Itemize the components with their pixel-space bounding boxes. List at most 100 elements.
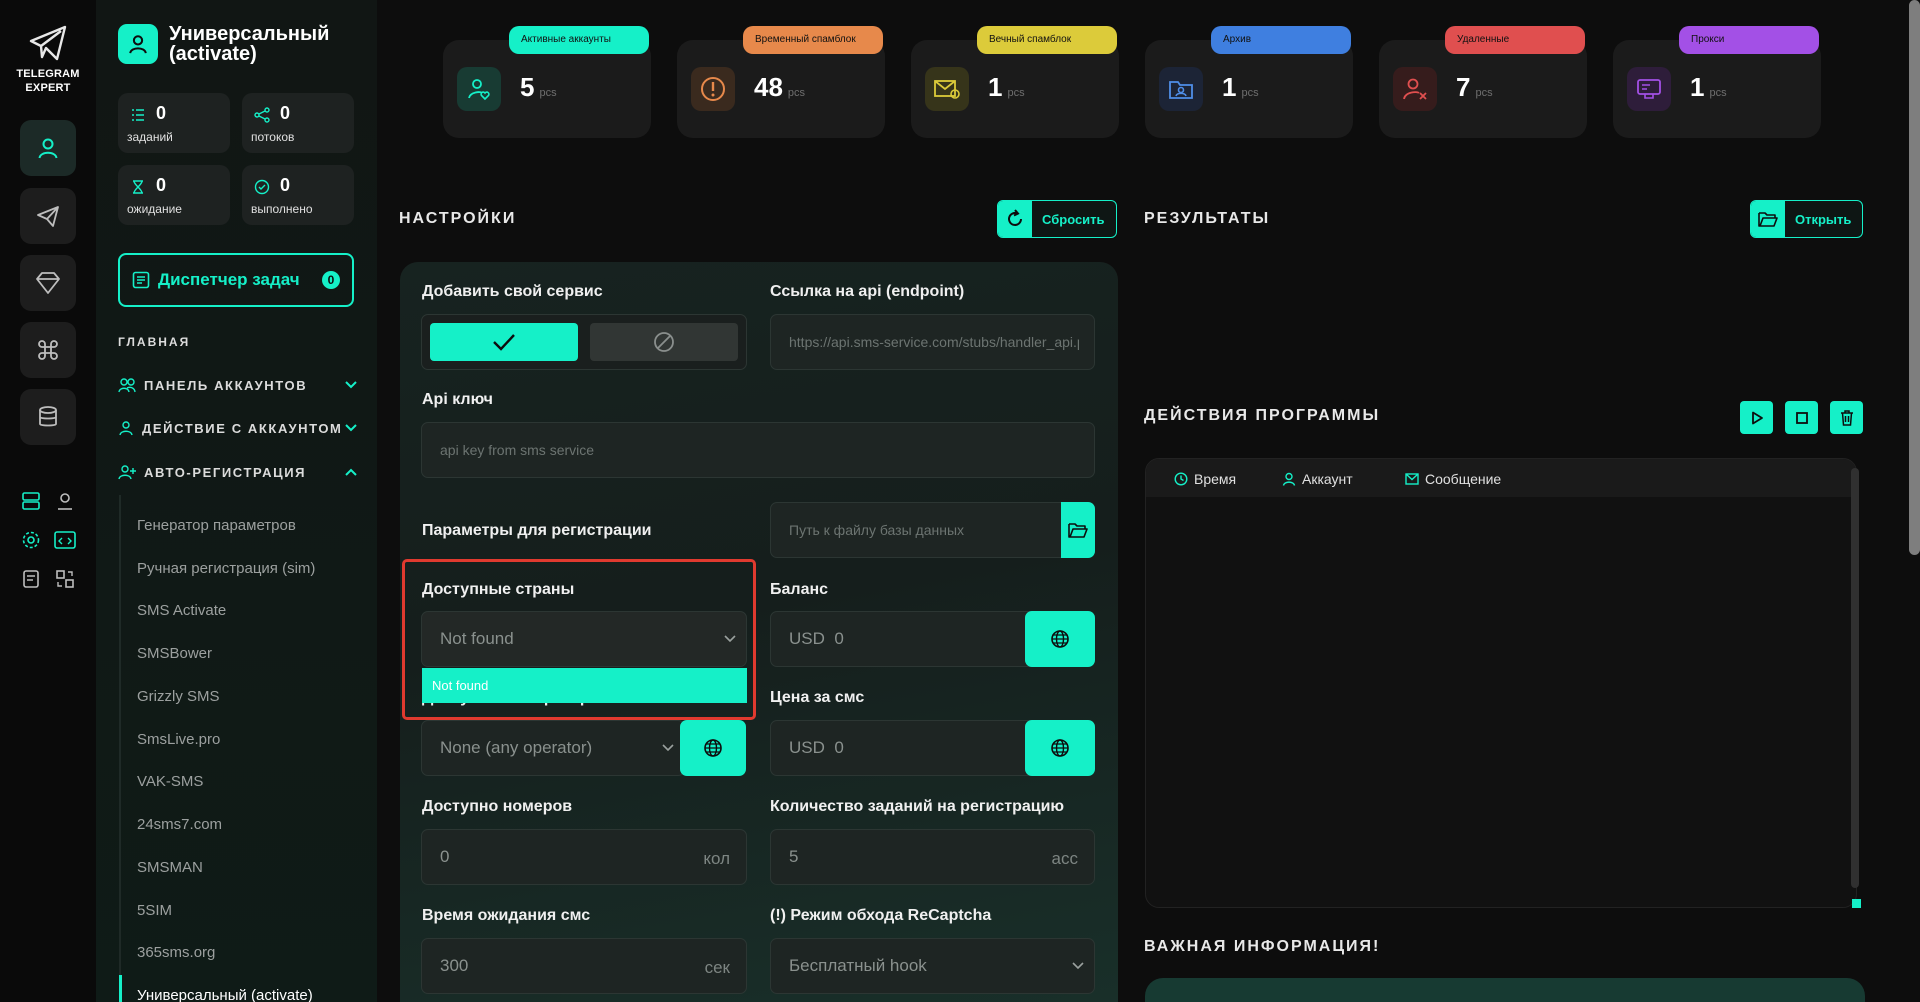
users-icon [118, 377, 136, 393]
clear-log-button[interactable] [1830, 401, 1863, 434]
log-column-account[interactable]: Аккаунт [1282, 471, 1353, 487]
sub-item-smslive[interactable]: SmsLive.pro [137, 731, 220, 748]
info-panel [1145, 978, 1865, 1002]
diamond-icon [35, 271, 61, 295]
balance-refresh-button[interactable] [1025, 611, 1095, 667]
rail-database-button[interactable] [20, 389, 76, 445]
section-label: ГЛАВНАЯ [118, 335, 191, 349]
arrange-icon[interactable] [52, 566, 78, 592]
trash-icon [1840, 409, 1854, 426]
warning-circle-icon [691, 67, 735, 111]
server-icon[interactable] [18, 488, 44, 514]
badge-deleted: Удаленные [1445, 26, 1585, 54]
rail-command-button[interactable] [20, 322, 76, 378]
hourglass-icon [130, 179, 146, 195]
sub-item-5sim[interactable]: 5SIM [137, 902, 172, 919]
rail-premium-button[interactable] [20, 255, 76, 311]
sub-item-365sms[interactable]: 365sms.org [137, 944, 215, 961]
settings-gear-icon[interactable] [18, 527, 44, 553]
code-window-icon[interactable] [52, 527, 78, 553]
db-path-input[interactable]: Путь к файлу базы данных [770, 502, 1095, 558]
folder-user-icon [1159, 67, 1203, 111]
browse-db-button[interactable] [1061, 502, 1095, 558]
task-dispatcher-button[interactable]: Диспетчер задач 0 [118, 253, 354, 307]
sms-price-label: Цена за смс [770, 689, 865, 706]
endpoint-input[interactable]: https://api.sms-service.com/stubs/handle… [770, 314, 1095, 370]
stop-button[interactable] [1785, 401, 1818, 434]
sub-item-universal-activate[interactable]: Универсальный (activate) [137, 987, 313, 1002]
stat-card-proxy[interactable]: Прокси 1 pcs [1613, 26, 1821, 138]
actions-heading: ДЕЙСТВИЯ ПРОГРАММЫ [1144, 407, 1381, 424]
sub-item-sms-activate[interactable]: SMS Activate [137, 602, 226, 619]
database-icon [36, 405, 60, 429]
sms-wait-input[interactable]: 300 сек [421, 938, 747, 994]
stat-card-archive[interactable]: Архив 1 pcs [1145, 26, 1353, 138]
chevron-down-icon [1072, 961, 1084, 971]
sms-wait-label: Время ожидания смс [422, 907, 591, 924]
sms-price-refresh-button[interactable] [1025, 720, 1095, 776]
stat-card-deleted[interactable]: Удаленные 7 pcs [1379, 26, 1587, 138]
reset-button[interactable]: Сбросить [997, 200, 1117, 238]
module-subtitle: (activate) [169, 43, 257, 65]
chevron-down-icon [662, 743, 674, 753]
proxy-server-icon [1627, 67, 1671, 111]
api-key-input[interactable]: api key from sms service [421, 422, 1095, 478]
menu-auto-registration[interactable]: АВТО-РЕГИСТРАЦИЯ [118, 462, 358, 482]
page-scrollbar[interactable] [1909, 0, 1920, 555]
document-icon[interactable] [18, 566, 44, 592]
toggle-enable-button[interactable] [430, 323, 578, 361]
log-header: Время Аккаунт Сообщение [1146, 459, 1856, 497]
rail-accounts-button[interactable] [20, 120, 76, 176]
stat-card-temp-spamblock[interactable]: Временный спамблок 48 pcs [677, 26, 885, 138]
open-results-button[interactable]: Открыть [1750, 200, 1863, 238]
log-column-message[interactable]: Сообщение [1405, 471, 1501, 487]
actions-log-table: Время Аккаунт Сообщение [1145, 458, 1857, 908]
mail-icon [1405, 473, 1419, 485]
operators-select[interactable]: None (any operator) [421, 720, 685, 776]
send-icon [36, 204, 60, 228]
sub-item-vak-sms[interactable]: VAK-SMS [137, 773, 203, 790]
tasks-input[interactable]: 5 acc [770, 829, 1095, 885]
app-logo-text: TELEGRAM EXPERT [16, 68, 80, 94]
stat-card-active-accounts[interactable]: Активные аккаунты 5 pcs [443, 26, 651, 138]
share-icon [254, 107, 270, 123]
menu-accounts-panel[interactable]: ПАНЕЛЬ АККАУНТОВ [118, 375, 358, 395]
own-service-label: Добавить свой сервис [422, 283, 603, 300]
globe-icon [703, 738, 723, 758]
sub-item-param-generator[interactable]: Генератор параметров [137, 517, 296, 534]
globe-icon [1050, 629, 1070, 649]
toggle-disable-button[interactable] [590, 323, 738, 361]
sub-item-smsman[interactable]: SMSMAN [137, 859, 203, 876]
menu-account-actions[interactable]: ДЕЙСТВИЕ С АККАУНТОМ [118, 418, 358, 438]
sub-item-smsbower[interactable]: SMSBower [137, 645, 212, 662]
start-button[interactable] [1740, 401, 1773, 434]
badge-perm-spamblock: Вечный спамблок [977, 26, 1117, 54]
list-icon [130, 107, 146, 123]
user-icon [1282, 472, 1296, 486]
log-column-time[interactable]: Время [1174, 471, 1236, 487]
log-scrollbar[interactable] [1851, 468, 1859, 888]
submenu-active-marker [119, 975, 122, 1002]
sub-item-grizzly-sms[interactable]: Grizzly SMS [137, 688, 220, 705]
recaptcha-label: (!) Режим обхода ReCaptcha [770, 907, 992, 924]
stat-card-perm-spamblock[interactable]: Вечный спамблок 1 pcs [911, 26, 1119, 138]
user-plus-icon [118, 464, 136, 480]
command-icon [36, 338, 60, 362]
play-icon [1750, 411, 1764, 425]
recaptcha-select[interactable]: Бесплатный hook [770, 938, 1095, 994]
location-user-icon[interactable] [52, 488, 78, 514]
stat-threads: 0 потоков [242, 93, 354, 153]
numbers-field: 0 кол [421, 829, 747, 885]
block-icon [653, 331, 675, 353]
tasks-label: Количество заданий на регистрацию [770, 798, 1065, 815]
icon-rail: TELEGRAM EXPERT [0, 0, 96, 1002]
rail-send-button[interactable] [20, 188, 76, 244]
stat-done: 0 выполнено [242, 165, 354, 225]
balance-field: USD 0 [770, 611, 1040, 667]
resize-handle[interactable] [1852, 899, 1861, 908]
badge-active-accounts: Активные аккаунты [509, 26, 649, 54]
sub-item-24sms7[interactable]: 24sms7.com [137, 816, 222, 833]
operators-refresh-button[interactable] [680, 720, 746, 776]
submenu-rail [119, 495, 121, 1002]
sub-item-manual-registration[interactable]: Ручная регистрация (sim) [137, 560, 315, 577]
